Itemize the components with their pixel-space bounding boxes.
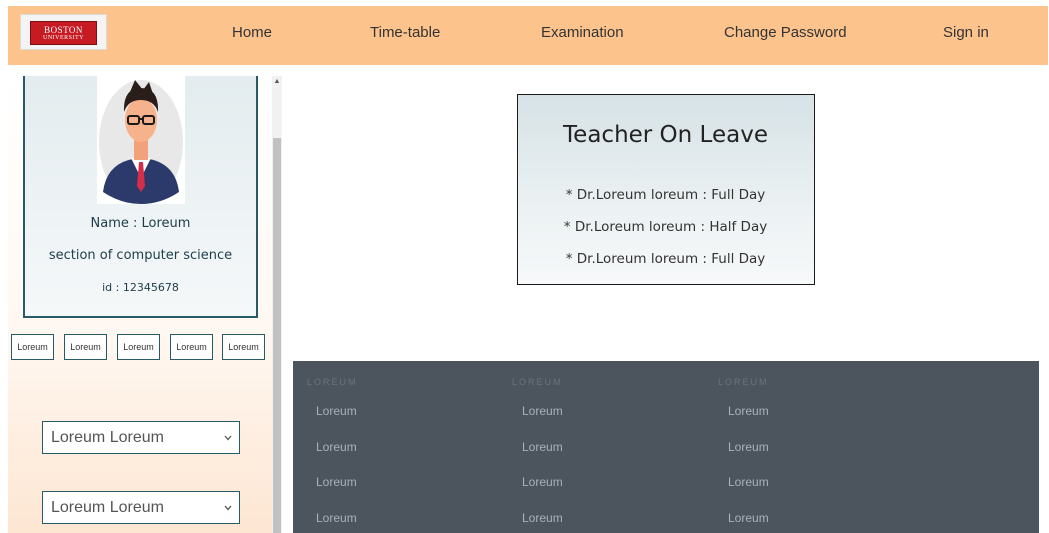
university-logo[interactable]: BOSTON UNIVERSITY bbox=[20, 14, 107, 50]
avatar bbox=[97, 76, 185, 204]
leave-card-title: Teacher On Leave bbox=[563, 122, 768, 148]
table-cell: Loreum bbox=[728, 404, 769, 418]
table-header: LOREUM bbox=[307, 377, 358, 387]
table-cell: Loreum bbox=[316, 404, 357, 418]
table-cell: Loreum bbox=[728, 511, 769, 525]
logo-badge: BOSTON UNIVERSITY bbox=[30, 21, 97, 45]
data-table: LOREUM LOREUM LOREUM Loreum Loreum Loreu… bbox=[293, 361, 1039, 533]
scroll-up-arrow-icon[interactable]: ▲ bbox=[272, 78, 282, 86]
dropdown-select-2[interactable]: Loreum Loreum bbox=[42, 491, 240, 524]
dropdown-value: Loreum Loreum bbox=[51, 429, 164, 446]
chip-button[interactable]: Loreum bbox=[117, 334, 160, 360]
chip-button[interactable]: Loreum bbox=[170, 334, 213, 360]
table-cell: Loreum bbox=[522, 475, 563, 489]
table-cell: Loreum bbox=[522, 440, 563, 454]
profile-id: id : 12345678 bbox=[102, 281, 179, 294]
table-cell: Loreum bbox=[522, 511, 563, 525]
profile-card: Name : Loreum section of computer scienc… bbox=[23, 76, 258, 318]
leave-item: * Dr.Loreum loreum : Full Day bbox=[565, 187, 766, 203]
navbar: BOSTON UNIVERSITY Home Time-table Examin… bbox=[8, 6, 1048, 65]
dropdown-select-1[interactable]: Loreum Loreum bbox=[42, 421, 240, 454]
chip-button[interactable]: Loreum bbox=[222, 334, 265, 360]
nav-sign-in[interactable]: Sign in bbox=[943, 24, 989, 41]
leave-item: * Dr.Loreum loreum : Full Day bbox=[565, 251, 766, 267]
scrollbar-thumb[interactable] bbox=[273, 138, 281, 533]
page: BOSTON UNIVERSITY Home Time-table Examin… bbox=[0, 0, 1049, 533]
table-cell: Loreum bbox=[316, 475, 357, 489]
table-cell: Loreum bbox=[728, 475, 769, 489]
teacher-on-leave-card: Teacher On Leave * Dr.Loreum loreum : Fu… bbox=[517, 94, 815, 285]
chevron-down-icon bbox=[224, 505, 232, 511]
sidebar: Name : Loreum section of computer scienc… bbox=[8, 76, 272, 533]
nav-examination[interactable]: Examination bbox=[541, 24, 624, 41]
chip-button[interactable]: Loreum bbox=[11, 334, 54, 360]
logo-line2: UNIVERSITY bbox=[43, 34, 84, 41]
leave-item: * Dr.Loreum loreum : Half Day bbox=[563, 219, 768, 235]
table-cell: Loreum bbox=[316, 511, 357, 525]
table-header: LOREUM bbox=[512, 377, 563, 387]
dropdown-value: Loreum Loreum bbox=[51, 499, 164, 516]
table-header: LOREUM bbox=[718, 377, 769, 387]
table-cell: Loreum bbox=[522, 404, 563, 418]
sidebar-scrollbar[interactable]: ▲ bbox=[272, 76, 282, 533]
nav-time-table[interactable]: Time-table bbox=[370, 24, 440, 41]
chevron-down-icon bbox=[224, 435, 232, 441]
table-cell: Loreum bbox=[316, 440, 357, 454]
chip-button[interactable]: Loreum bbox=[64, 334, 107, 360]
logo-line1: BOSTON bbox=[44, 24, 83, 35]
nav-change-password[interactable]: Change Password bbox=[724, 24, 847, 41]
table-cell: Loreum bbox=[728, 440, 769, 454]
profile-name: Name : Loreum bbox=[90, 216, 191, 231]
nav-home[interactable]: Home bbox=[232, 24, 272, 41]
profile-section: section of computer science bbox=[48, 248, 233, 263]
avatar-illustration bbox=[99, 80, 183, 204]
